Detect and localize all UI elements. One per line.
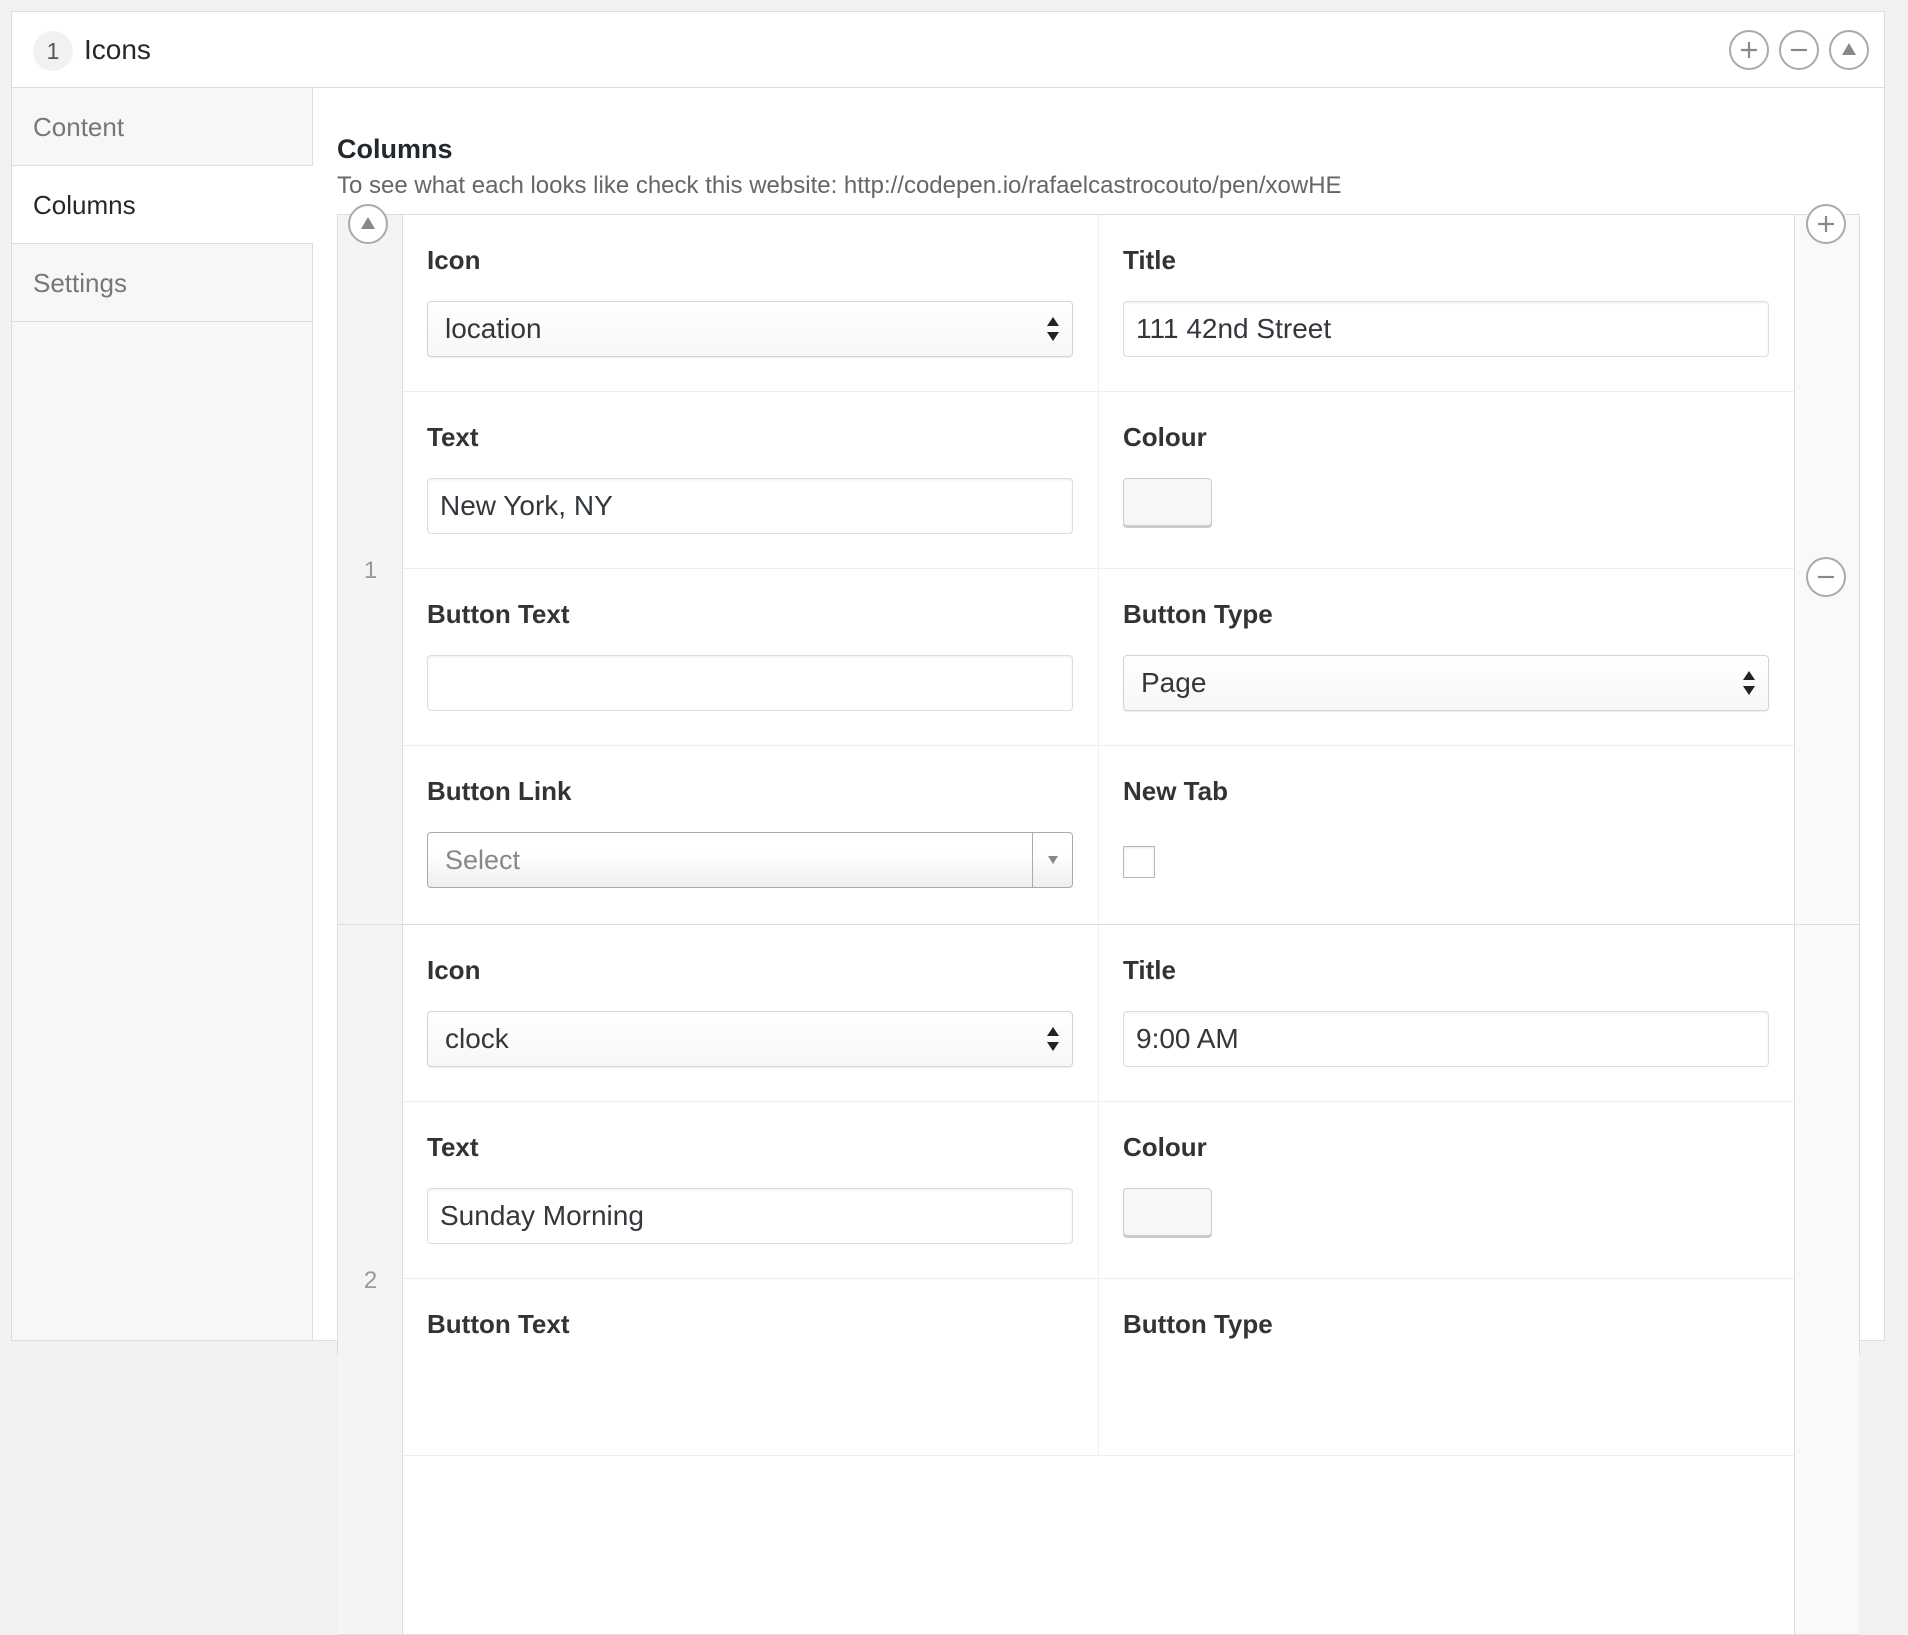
collapse-layout-button[interactable] (1829, 30, 1869, 70)
remove-layout-button[interactable] (1779, 30, 1819, 70)
repeater-row: 1 Icon location Title 111 42nd Street Te… (338, 204, 1859, 925)
button-text-field: Button Text (403, 569, 1099, 746)
up-down-arrows-icon (1047, 1027, 1059, 1051)
columns-field-label: Columns (337, 134, 453, 164)
button-text-label: Button Text (427, 1309, 570, 1339)
triangle-down-icon (1048, 856, 1058, 864)
new-tab-label: New Tab (1123, 776, 1228, 806)
icon-select-value: clock (445, 1023, 509, 1054)
button-text-field: Button Text (403, 1279, 1099, 1456)
columns-repeater: 1 Icon location Title 111 42nd Street Te… (337, 204, 1860, 1635)
text-input[interactable]: Sunday Morning (427, 1188, 1073, 1244)
plus-circle-icon (1818, 216, 1834, 232)
colour-label: Colour (1123, 422, 1207, 452)
colour-field: Colour (1099, 392, 1794, 569)
text-input[interactable]: New York, NY (427, 478, 1073, 534)
title-field: Title 9:00 AM (1099, 925, 1794, 1102)
text-field: Text Sunday Morning (403, 1102, 1099, 1279)
layout-order-number: 1 (33, 31, 73, 71)
icon-field: Icon clock (403, 925, 1099, 1102)
text-label: Text (427, 1132, 479, 1162)
icon-select-value: location (445, 313, 542, 344)
button-type-label: Button Type (1123, 599, 1273, 629)
title-input[interactable]: 111 42nd Street (1123, 301, 1769, 357)
up-down-arrows-icon (1047, 317, 1059, 341)
title-label: Title (1123, 245, 1176, 275)
layout-title: Icons (84, 34, 151, 65)
button-type-value: Page (1141, 667, 1207, 698)
colour-picker-button[interactable] (1123, 1188, 1212, 1236)
plus-circle-icon (1741, 42, 1757, 58)
minus-circle-icon (1818, 575, 1834, 579)
tab-content[interactable]: Content (12, 88, 312, 166)
colour-field: Colour (1099, 1102, 1794, 1279)
title-field: Title 111 42nd Street (1099, 215, 1794, 392)
button-type-field: Button Type Page (1099, 569, 1794, 746)
button-text-label: Button Text (427, 599, 570, 629)
colour-label: Colour (1123, 1132, 1207, 1162)
button-type-label: Button Type (1123, 1309, 1273, 1339)
title-input[interactable]: 9:00 AM (1123, 1011, 1769, 1067)
new-tab-checkbox[interactable] (1123, 846, 1155, 878)
tab-columns[interactable]: Columns (12, 166, 313, 244)
layout-tabs: Content Columns Settings (12, 88, 313, 1340)
dropdown-arrow[interactable] (1032, 833, 1072, 887)
icon-select[interactable]: location (427, 301, 1073, 357)
button-link-label: Button Link (427, 776, 572, 806)
up-down-arrows-icon (1743, 671, 1755, 695)
triangle-up-icon (1842, 43, 1856, 55)
row-fields: Icon location Title 111 42nd Street Text… (403, 215, 1794, 924)
title-label: Title (1123, 955, 1176, 985)
row-actions (1794, 925, 1859, 1634)
collapse-row-button[interactable] (348, 204, 388, 244)
columns-field-description: To see what each looks like check this w… (337, 172, 1342, 199)
row-fields: Icon clock Title 9:00 AM Text Sunday Mor… (403, 925, 1794, 1634)
row-number: 1 (363, 557, 378, 584)
new-tab-field: New Tab (1099, 746, 1794, 923)
flexible-layout-panel: 1 Icons Content Columns Settings Columns… (11, 11, 1885, 1635)
button-link-select[interactable]: Select (427, 832, 1073, 888)
button-type-select[interactable]: Page (1123, 655, 1769, 711)
button-text-input[interactable] (427, 655, 1073, 711)
minus-circle-icon (1791, 48, 1807, 52)
row-drag-handle[interactable]: 1 (338, 204, 403, 924)
tab-settings[interactable]: Settings (12, 244, 312, 322)
repeater-row: 2 Icon clock Title 9:00 AM Text Sunday M… (338, 925, 1859, 1635)
button-link-field: Button Link Select (403, 746, 1099, 923)
icon-label: Icon (427, 245, 481, 275)
add-row-button[interactable] (1806, 204, 1846, 244)
icon-field: Icon location (403, 215, 1099, 392)
layout-header[interactable]: 1 Icons (12, 12, 1884, 88)
icon-label: Icon (427, 955, 481, 985)
text-field: Text New York, NY (403, 392, 1099, 569)
text-label: Text (427, 422, 479, 452)
add-layout-button[interactable] (1729, 30, 1769, 70)
row-number: 2 (363, 1267, 378, 1294)
icon-select[interactable]: clock (427, 1011, 1073, 1067)
triangle-up-icon (361, 217, 375, 229)
button-link-placeholder: Select (445, 845, 521, 875)
colour-picker-button[interactable] (1123, 478, 1212, 526)
row-actions (1794, 204, 1859, 924)
row-drag-handle[interactable]: 2 (338, 925, 403, 1634)
remove-row-button[interactable] (1806, 557, 1846, 597)
button-type-field: Button Type (1099, 1279, 1794, 1456)
